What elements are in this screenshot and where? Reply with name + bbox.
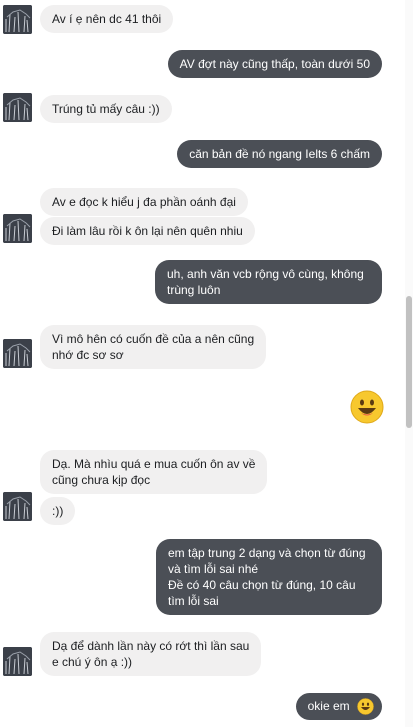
avatar[interactable] (3, 339, 32, 368)
grinning-face-icon (350, 390, 384, 424)
message-text: Đi làm lâu rồi k ôn lại nên quên nhiu (52, 224, 243, 238)
message-bubble: Trúng tủ mấy câu :)) (40, 95, 172, 123)
message-bubble: Av í ẹ nên dc 41 thôi (40, 5, 174, 33)
message-line: nhớ đc sơ sơ (52, 348, 124, 362)
message-line: Vì mô hên có cuốn đề của a nên cũng (52, 332, 255, 346)
message-text: Av e đọc k hiểu j đa phần oánh đại (52, 195, 236, 209)
scrollbar-thumb[interactable] (406, 296, 412, 428)
message-line: Đề có 40 câu chọn từ đúng, 10 câu (168, 578, 356, 592)
message-text: AV đợt này cũng thấp, toàn dưới 50 (179, 57, 370, 71)
message-bubble: Av e đọc k hiểu j đa phần oánh đại (40, 188, 248, 216)
message-bubble: Dạ để dành lần này có rớt thì lần sau e … (40, 632, 262, 676)
message-line: tìm lỗi sai (168, 594, 219, 608)
message-line: Dạ để dành lần này có rớt thì lần sau (52, 639, 250, 653)
message-bubble: Dạ. Mà nhìu quá e mua cuốn ôn av về cũng… (40, 450, 268, 494)
avatar[interactable] (3, 5, 32, 34)
message-bubble: căn bản đề nó ngang Ielts 6 chấm (177, 140, 382, 168)
message-text: Trúng tủ mấy câu :)) (52, 102, 160, 116)
message-bubble: AV đợt này cũng thấp, toàn dưới 50 (167, 50, 382, 78)
message-text: Av í ẹ nên dc 41 thôi (52, 12, 162, 26)
message-bubble: uh, anh văn vcb rộng vô cùng, không trùn… (155, 260, 382, 304)
message-bubble: Đi làm lâu rồi k ôn lại nên quên nhiu (40, 217, 255, 245)
message-bubble: em tập trung 2 dạng và chọn từ đúng và t… (156, 539, 382, 615)
message-line: Dạ. Mà nhìu quá e mua cuốn ôn av về (52, 457, 256, 471)
avatar[interactable] (3, 93, 32, 122)
message-bubble: Vì mô hên có cuốn đề của a nên cũng nhớ … (40, 325, 267, 369)
message-line: e chú ý ôn ạ :)) (52, 655, 133, 669)
message-text: okie em (307, 699, 350, 713)
avatar[interactable] (3, 214, 32, 243)
message-bubble: okie em (295, 693, 382, 721)
message-line: em tập trung 2 dạng và chọn từ đúng (168, 546, 366, 560)
message-line: uh, anh văn vcb rộng vô cùng, không (167, 267, 364, 281)
chat-thread: Av í ẹ nên dc 41 thôi AV đợt này cũng th… (0, 0, 413, 727)
avatar[interactable] (3, 492, 32, 521)
message-text: :)) (52, 504, 64, 518)
grinning-face-icon (357, 698, 374, 716)
avatar[interactable] (3, 647, 32, 676)
message-bubble: :)) (40, 497, 76, 525)
message-line: và tìm lỗi sai nhé (168, 562, 259, 576)
message-text: căn bản đề nó ngang Ielts 6 chấm (189, 147, 370, 161)
message-line: cũng chưa kịp đọc (52, 473, 151, 487)
message-line: trùng luôn (167, 283, 221, 297)
